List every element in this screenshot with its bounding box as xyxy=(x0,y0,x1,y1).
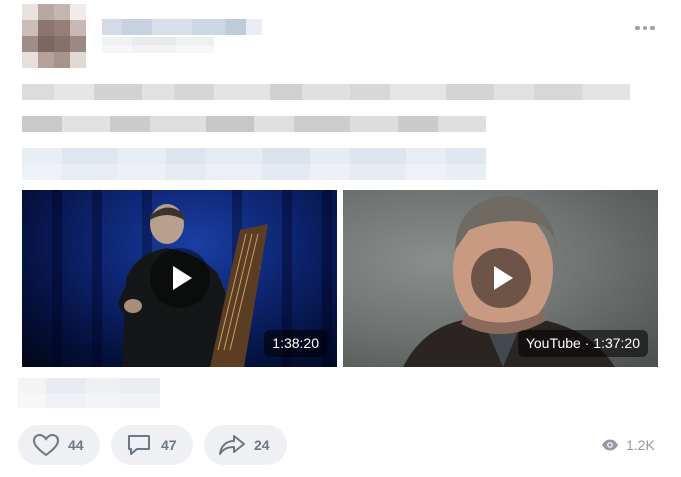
post-text-line-redacted xyxy=(22,84,630,100)
share-count: 24 xyxy=(254,437,270,453)
post-link-line-redacted[interactable] xyxy=(22,164,486,180)
share-icon xyxy=(219,435,245,455)
attachment-caption-redacted xyxy=(18,378,160,408)
views-counter: 1.2K xyxy=(601,436,655,454)
share-button[interactable]: 24 xyxy=(204,425,287,465)
like-count: 44 xyxy=(68,437,84,453)
play-icon xyxy=(173,266,192,290)
more-options-button[interactable] xyxy=(630,18,660,38)
eye-icon xyxy=(602,439,618,451)
author-name-redacted[interactable] xyxy=(102,19,262,35)
play-button[interactable] xyxy=(150,248,210,308)
video-thumbnail[interactable]: YouTube · 1:37:20 xyxy=(343,190,658,367)
play-button[interactable] xyxy=(471,248,531,308)
heart-icon xyxy=(32,433,60,457)
play-icon xyxy=(494,266,513,290)
comment-icon xyxy=(128,435,150,455)
post-link-line-redacted[interactable] xyxy=(22,148,486,164)
more-horizontal-icon xyxy=(635,25,640,31)
comment-button[interactable]: 47 xyxy=(111,425,193,465)
video-duration-badge: 1:38:20 xyxy=(264,330,327,357)
views-count: 1.2K xyxy=(626,437,655,453)
like-button[interactable]: 44 xyxy=(18,425,100,465)
author-avatar[interactable] xyxy=(22,4,86,68)
video-source-duration-badge: YouTube · 1:37:20 xyxy=(517,330,648,357)
post-card: 1:38:20 YouTube · 1:37:20 44 47 24 1.2K xyxy=(0,0,681,477)
video-thumbnail[interactable]: 1:38:20 xyxy=(22,190,337,367)
comment-count: 47 xyxy=(161,437,177,453)
post-text-line-redacted xyxy=(22,116,486,132)
post-date-redacted xyxy=(102,37,214,53)
